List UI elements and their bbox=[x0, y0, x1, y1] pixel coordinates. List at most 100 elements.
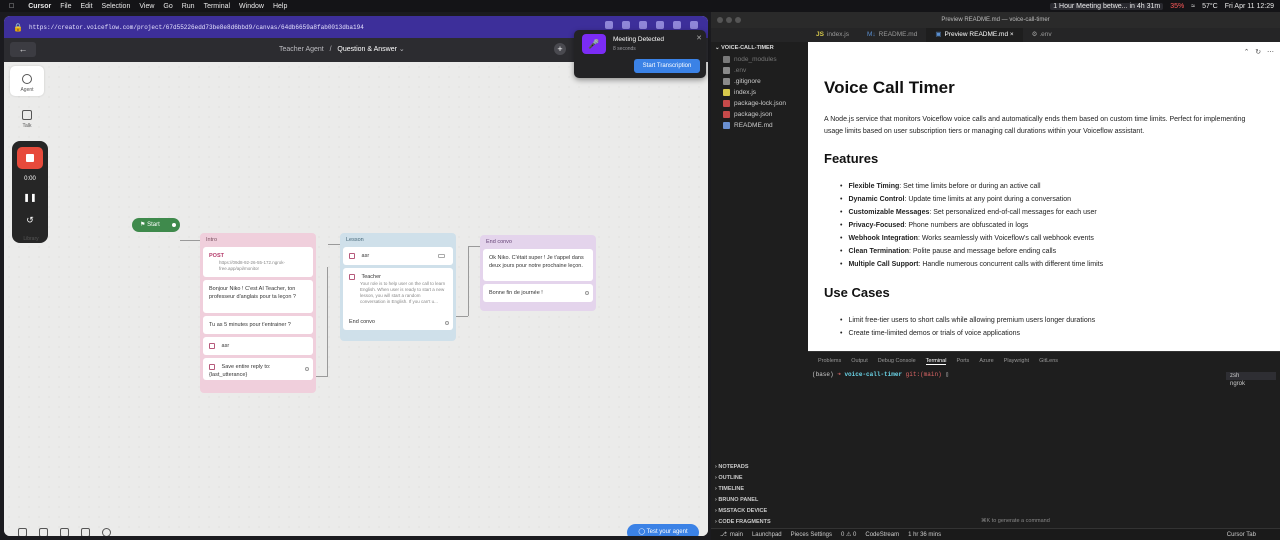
rail-agent-button[interactable]: Agent bbox=[10, 74, 44, 93]
capture-step[interactable]: asr bbox=[343, 247, 453, 265]
close-window-button[interactable] bbox=[717, 17, 723, 23]
api-step[interactable]: POST https://09d8-92-26-55-172.ngrok-fre… bbox=[203, 247, 313, 277]
extension-icon[interactable] bbox=[690, 21, 698, 29]
file-item[interactable]: README.md bbox=[711, 120, 807, 131]
rail-library-label[interactable]: Library bbox=[14, 236, 48, 242]
tab-readme[interactable]: M↓ README.md bbox=[858, 28, 926, 42]
close-icon[interactable]: × bbox=[1010, 31, 1014, 38]
message-step[interactable]: Bonjour Niko ! C'est AI Teacher, ton pro… bbox=[203, 280, 313, 313]
rail-talk-button[interactable]: Talk bbox=[10, 110, 44, 129]
app-menu[interactable]: Cursor bbox=[28, 3, 51, 10]
start-node[interactable]: ⚑ Start bbox=[132, 218, 180, 232]
apple-icon[interactable]:  bbox=[9, 3, 14, 10]
terminal-ngrok[interactable]: ngrok bbox=[1226, 380, 1276, 388]
tab-index-js[interactable]: JS index.js bbox=[807, 28, 858, 42]
file-item[interactable]: package-lock.json bbox=[711, 98, 807, 109]
sidebar-section[interactable]: › BRUNO PANEL bbox=[711, 495, 807, 506]
menu-window[interactable]: Window bbox=[239, 3, 264, 10]
add-button[interactable]: + bbox=[554, 43, 566, 55]
panel-tab[interactable]: Terminal bbox=[925, 358, 947, 365]
start-transcription-button[interactable]: Start Transcription bbox=[634, 59, 700, 73]
sidebar-section[interactable]: › OUTLINE bbox=[711, 473, 807, 484]
more-icon[interactable]: ⋯ bbox=[1267, 49, 1274, 56]
menu-file[interactable]: File bbox=[60, 3, 71, 10]
file-item[interactable]: .gitignore bbox=[711, 76, 807, 87]
file-item[interactable]: index.js bbox=[711, 87, 807, 98]
camera-icon[interactable] bbox=[639, 21, 647, 29]
pause-icon[interactable]: ❚❚ bbox=[12, 193, 48, 202]
link-icon[interactable] bbox=[605, 21, 613, 29]
menu-terminal[interactable]: Terminal bbox=[204, 3, 230, 10]
panel-tab[interactable]: Problems bbox=[818, 358, 841, 365]
panel-tab[interactable]: GitLens bbox=[1039, 358, 1058, 365]
explorer-title[interactable]: ⌄ VOICE-CALL-TIMER bbox=[711, 42, 807, 54]
step-port[interactable] bbox=[305, 367, 309, 371]
launchpad-item[interactable]: Launchpad bbox=[752, 532, 782, 538]
chevron-up-icon[interactable]: ⌃ bbox=[1244, 49, 1250, 56]
tab-preview-readme[interactable]: ▣ Preview README.md × bbox=[926, 28, 1023, 42]
sidebar-section[interactable]: › MSSTACK DEVICE bbox=[711, 506, 807, 517]
next-meeting-status[interactable]: 1 Hour Meeting betwe... in 4h 31m bbox=[1050, 2, 1164, 10]
wifi-icon[interactable]: ≈ bbox=[1191, 3, 1195, 10]
file-item[interactable]: package.json bbox=[711, 109, 807, 120]
temperature-status[interactable]: 57°C bbox=[1202, 3, 1218, 10]
start-port[interactable] bbox=[171, 222, 177, 228]
menu-go[interactable]: Go bbox=[163, 3, 172, 10]
panel-tab[interactable]: Output bbox=[851, 358, 868, 365]
sidebar-section[interactable]: › CODE FRAGMENTS bbox=[711, 517, 807, 528]
file-item[interactable]: .env bbox=[711, 65, 807, 76]
stop-recording-button[interactable] bbox=[17, 147, 43, 169]
block-lesson[interactable]: Lesson asr Teacher Your role is to help … bbox=[340, 233, 456, 341]
file-item[interactable]: node_modules bbox=[711, 54, 807, 65]
test-agent-button[interactable]: ◯ Test your agent bbox=[627, 524, 699, 536]
menu-selection[interactable]: Selection bbox=[102, 3, 131, 10]
terminal-prompt[interactable]: (base) ➜ voice-call-timer git:(main) ▯ bbox=[812, 371, 949, 378]
menu-edit[interactable]: Edit bbox=[80, 3, 92, 10]
message-step[interactable]: Bonne fin de journée ! bbox=[483, 284, 593, 302]
capture-step[interactable]: asr bbox=[203, 337, 313, 355]
sidebar-section[interactable]: › TIMELINE bbox=[711, 484, 807, 495]
codestream-item[interactable]: CodeStream bbox=[865, 532, 899, 538]
panel-tab[interactable]: Ports bbox=[956, 358, 969, 365]
flow-canvas[interactable]: Agent Talk 0:00 ❚❚ ↺ Library ⚑ Start Int… bbox=[4, 62, 708, 536]
screenshot-icon[interactable] bbox=[622, 21, 630, 29]
panel-tab[interactable]: Azure bbox=[979, 358, 993, 365]
clock[interactable]: Fri Apr 11 12:29 bbox=[1225, 3, 1274, 10]
pieces-settings-item[interactable]: Pieces Settings bbox=[791, 532, 832, 538]
panel-tab[interactable]: Debug Console bbox=[878, 358, 916, 365]
minimize-window-button[interactable] bbox=[726, 17, 732, 23]
step-port[interactable] bbox=[585, 291, 589, 295]
extension-icon[interactable] bbox=[673, 21, 681, 29]
message-step[interactable]: Tu as 5 minutes pour t'entrainer ? bbox=[203, 316, 313, 334]
restart-icon[interactable]: ↺ bbox=[12, 215, 48, 226]
comment-icon[interactable] bbox=[60, 528, 69, 536]
chevron-down-icon[interactable]: ⌄ bbox=[399, 46, 405, 53]
refresh-icon[interactable]: ↻ bbox=[1255, 49, 1261, 56]
sparkle-icon[interactable] bbox=[18, 528, 27, 536]
image-icon[interactable] bbox=[81, 528, 90, 536]
menu-run[interactable]: Run bbox=[182, 3, 195, 10]
panel-tab[interactable]: Playwright bbox=[1004, 358, 1029, 365]
back-button[interactable]: ← bbox=[10, 42, 36, 57]
menu-view[interactable]: View bbox=[139, 3, 154, 10]
terminal-zsh[interactable]: zsh bbox=[1226, 372, 1276, 380]
agent-step[interactable]: Teacher Your role is to help user on the… bbox=[343, 268, 453, 330]
message-step[interactable]: Ok Niko. C'était super ! Je t'appel dans… bbox=[483, 249, 593, 281]
block-end-convo[interactable]: End convo Ok Niko. C'était super ! Je t'… bbox=[480, 235, 596, 311]
problems-count[interactable]: 0 ⚠ 0 bbox=[841, 531, 856, 538]
time-tracker[interactable]: 1 hr 36 mins bbox=[908, 532, 941, 538]
battery-status[interactable]: 35% bbox=[1170, 3, 1184, 10]
cursor-tab-item[interactable]: Cursor Tab bbox=[1227, 532, 1256, 538]
sidebar-section[interactable]: › NOTEPADS bbox=[711, 462, 807, 473]
breadcrumb-project[interactable]: Teacher Agent bbox=[279, 46, 324, 53]
note-icon[interactable] bbox=[39, 528, 48, 536]
url-text[interactable]: https://creator.voiceflow.com/project/67… bbox=[29, 24, 364, 31]
breadcrumb-flow[interactable]: Question & Answer bbox=[337, 46, 397, 53]
zoom-window-button[interactable] bbox=[735, 17, 741, 23]
block-intro[interactable]: Intro POST https://09d8-92-26-55-172.ngr… bbox=[200, 233, 316, 393]
set-step[interactable]: Save entire reply to: {last_utterance} bbox=[203, 358, 313, 380]
tab-env[interactable]: ⚙ .env bbox=[1023, 28, 1061, 42]
step-port[interactable] bbox=[445, 321, 449, 325]
menu-help[interactable]: Help bbox=[273, 3, 287, 10]
branch-name[interactable]: main bbox=[730, 532, 743, 538]
